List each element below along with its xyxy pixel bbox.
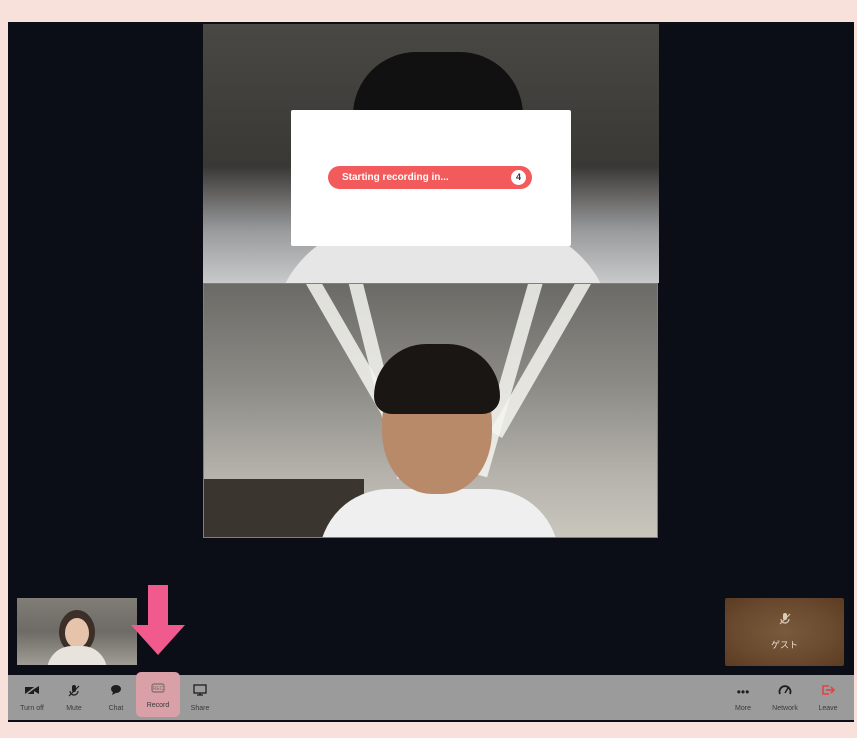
video-off-icon — [12, 684, 52, 700]
self-face — [65, 618, 89, 648]
mute-label: Mute — [66, 705, 82, 712]
more-label: More — [735, 705, 751, 712]
svg-text:REC: REC — [153, 686, 164, 692]
more-button[interactable]: ••• More — [723, 675, 763, 720]
guest-name: ゲスト — [770, 640, 798, 650]
record-button[interactable]: REC Record — [136, 672, 180, 717]
participant-body — [319, 489, 559, 537]
participant-hair — [374, 344, 500, 414]
meeting-toolbar: Turn off Mute Chat REC Record Share ••• … — [8, 672, 854, 720]
record-icon: REC — [136, 681, 180, 697]
leave-button[interactable]: Leave — [808, 675, 848, 720]
chat-icon — [96, 684, 136, 700]
highlight-arrow-icon — [131, 585, 185, 655]
leave-label: Leave — [818, 705, 838, 712]
mic-muted-icon — [725, 612, 844, 629]
network-button[interactable]: Network — [765, 675, 805, 720]
share-button[interactable]: Share — [180, 675, 220, 720]
turn-off-video-button[interactable]: Turn off — [12, 675, 52, 720]
mute-button[interactable]: Mute — [54, 675, 94, 720]
recording-status-text: Starting recording in... — [342, 172, 449, 183]
self-view-thumbnail[interactable] — [17, 598, 137, 665]
network-gauge-icon — [765, 684, 805, 700]
mic-muted-icon — [54, 684, 94, 700]
more-icon: ••• — [736, 685, 750, 699]
recording-status-pill: Starting recording in... 4 — [328, 166, 532, 189]
active-speaker-video — [203, 283, 658, 538]
chat-button[interactable]: Chat — [96, 675, 136, 720]
record-label: Record — [146, 702, 170, 709]
chat-label: Chat — [108, 705, 124, 712]
countdown-badge: 4 — [511, 170, 526, 185]
turn-off-label: Turn off — [20, 705, 44, 712]
share-label: Share — [190, 705, 210, 712]
network-label: Network — [772, 705, 798, 712]
leave-icon — [808, 684, 848, 700]
guest-participant-tile[interactable]: ゲスト — [725, 598, 844, 666]
self-body — [47, 646, 107, 665]
recording-countdown-dialog: Starting recording in... 4 — [291, 110, 571, 246]
share-screen-icon — [180, 684, 220, 700]
